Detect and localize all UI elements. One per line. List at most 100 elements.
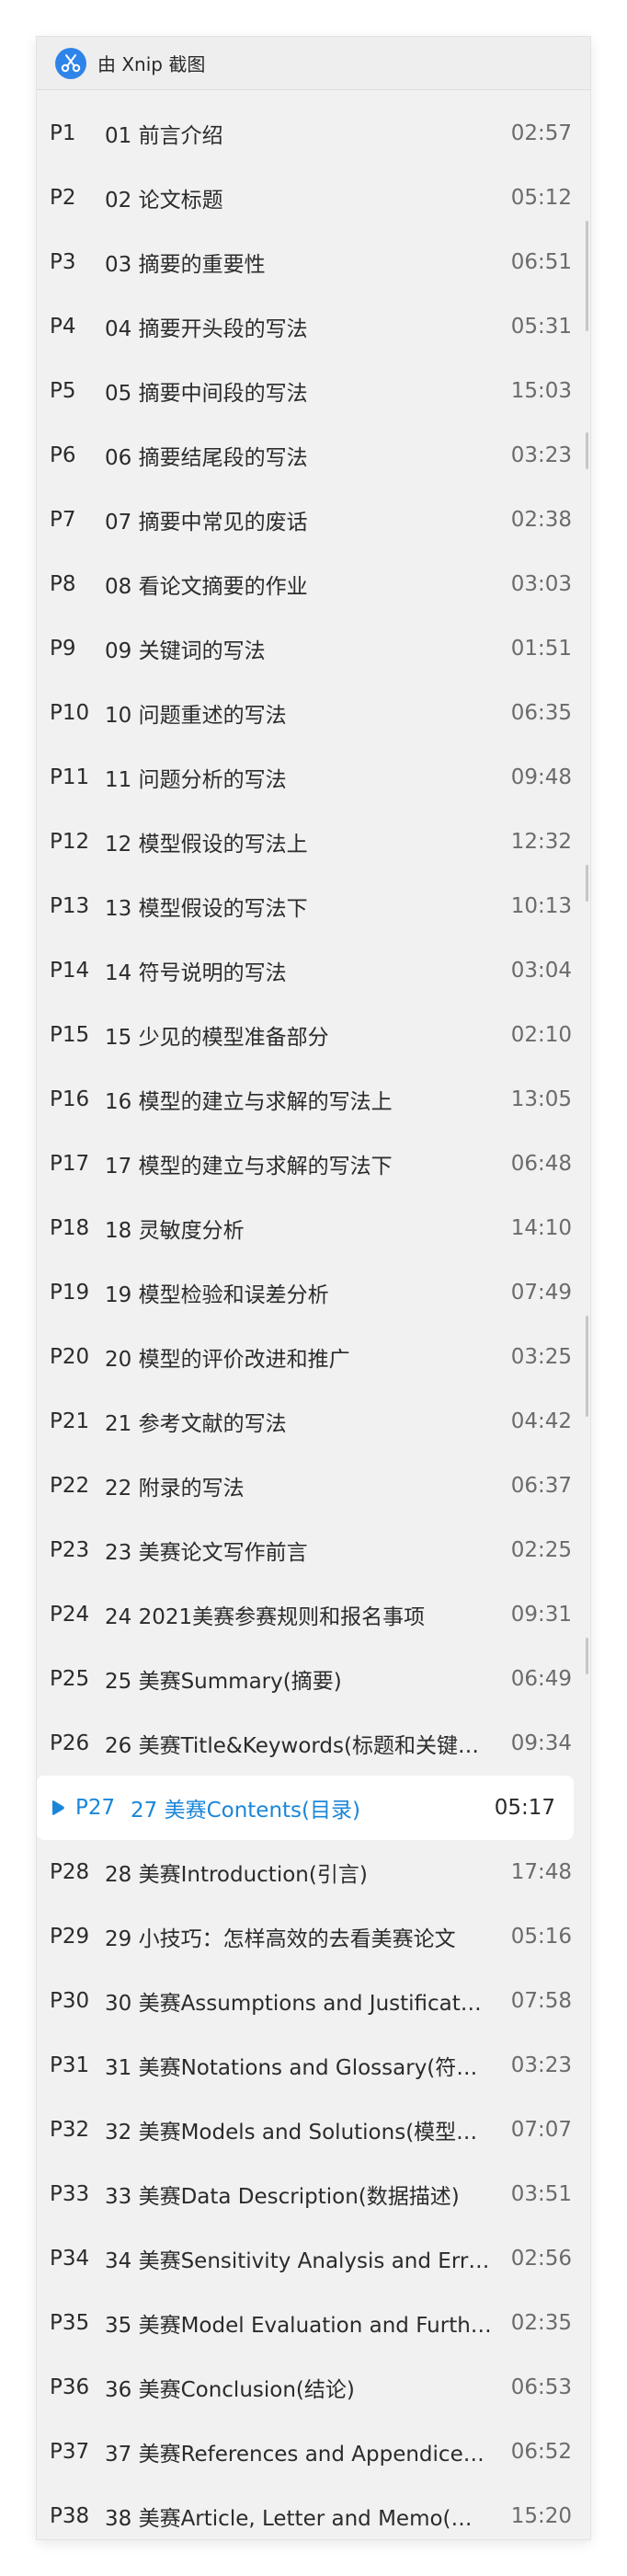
episode-title: 14 符号说明的写法	[105, 961, 287, 985]
playlist-item[interactable]: P17 17 模型的建立与求解的写法下 06:48	[37, 1132, 590, 1196]
playlist-item[interactable]: P38 38 美赛Article, Letter and Memo(… 15:20	[37, 2484, 590, 2548]
playlist-item[interactable]: P31 31 美赛Notations and Glossary(符… 03:23	[37, 2033, 590, 2098]
scrollbar-edge[interactable]	[586, 1638, 588, 1674]
playlist-item[interactable]: P23 23 美赛论文写作前言 02:25	[37, 1518, 590, 1582]
episode-title: 26 美赛Title&Keywords(标题和关键…	[105, 1734, 479, 1758]
part-number: P17	[50, 1152, 90, 1176]
playlist-item[interactable]: P19 19 模型检验和误差分析 07:49	[37, 1260, 590, 1325]
playlist-item[interactable]: P5 05 摘要中间段的写法 15:03	[37, 359, 590, 423]
scrollbar-edge[interactable]	[586, 865, 588, 902]
episode-title: 37 美赛References and Appendice…	[105, 2443, 484, 2467]
playlist: P1 01 前言介绍 02:57 P2 02 论文标题 05:12 P3 03 摘要的重要性 0…	[37, 101, 590, 2548]
episode-title: 34 美赛Sensitivity Analysis and Err…	[105, 2249, 490, 2273]
part-number: P1	[50, 121, 76, 145]
playlist-item[interactable]: P36 36 美赛Conclusion(结论) 06:53	[37, 2355, 590, 2420]
episode-title: 33 美赛Data Description(数据描述)	[105, 2185, 460, 2209]
playlist-item[interactable]: P7 07 摘要中常见的废话 02:38	[37, 488, 590, 552]
episode-duration: 05:12	[510, 186, 572, 210]
episode-duration: 02:57	[510, 121, 572, 145]
part-number: P23	[50, 1538, 90, 1562]
episode-duration: 09:31	[510, 1603, 572, 1627]
playlist-item-active[interactable]: P27 27 美赛Contents(目录) 05:17	[37, 1776, 574, 1840]
scrollbar-edge[interactable]	[586, 432, 588, 469]
playlist-item[interactable]: P16 16 模型的建立与求解的写法上 13:05	[37, 1067, 590, 1132]
episode-duration: 02:56	[510, 2247, 572, 2271]
episode-duration: 15:03	[510, 379, 572, 403]
playlist-item[interactable]: P33 33 美赛Data Description(数据描述) 03:51	[37, 2162, 590, 2226]
episode-duration: 06:53	[510, 2375, 572, 2399]
playlist-item[interactable]: P10 10 问题重述的写法 06:35	[37, 681, 590, 745]
episode-title: 20 模型的评价改进和推广	[105, 1348, 350, 1372]
part-number: P16	[50, 1087, 90, 1111]
part-number: P24	[50, 1603, 90, 1627]
playlist-item[interactable]: P20 20 模型的评价改进和推广 03:25	[37, 1325, 590, 1389]
episode-title: 30 美赛Assumptions and Justificat…	[105, 1992, 482, 2016]
playlist-item[interactable]: P1 01 前言介绍 02:57	[37, 101, 590, 166]
part-number: P13	[50, 894, 90, 918]
episode-duration: 03:23	[510, 443, 572, 467]
episode-duration: 17:48	[510, 1860, 572, 1884]
playlist-item[interactable]: P25 25 美赛Summary(摘要) 06:49	[37, 1647, 590, 1711]
playlist-item[interactable]: P28 28 美赛Introduction(引言) 17:48	[37, 1840, 590, 1904]
episode-duration: 15:20	[510, 2504, 572, 2528]
episode-title: 13 模型假设的写法下	[105, 897, 308, 921]
playlist-item[interactable]: P35 35 美赛Model Evaluation and Furth… 02:35	[37, 2291, 590, 2355]
scrollbar-edge[interactable]	[586, 1316, 588, 1417]
playlist-item[interactable]: P13 13 模型假设的写法下 10:13	[37, 874, 590, 938]
part-number: P10	[50, 701, 90, 725]
episode-duration: 07:07	[510, 2118, 572, 2142]
playlist-item[interactable]: P30 30 美赛Assumptions and Justificat… 07:58	[37, 1969, 590, 2033]
episode-duration: 03:04	[510, 959, 572, 983]
episode-title: 24 2021美赛参赛规则和报名事项	[105, 1605, 426, 1629]
episode-title: 01 前言介绍	[105, 124, 223, 148]
part-number: P7	[50, 508, 76, 532]
episode-title: 16 模型的建立与求解的写法上	[105, 1090, 393, 1114]
episode-title: 25 美赛Summary(摘要)	[105, 1670, 342, 1694]
playlist-item[interactable]: P2 02 论文标题 05:12	[37, 166, 590, 230]
episode-title: 03 摘要的重要性	[105, 253, 266, 277]
part-number: P33	[50, 2182, 90, 2206]
playlist-item[interactable]: P37 37 美赛References and Appendice… 06:52	[37, 2420, 590, 2484]
episode-duration: 06:37	[510, 1474, 572, 1498]
part-number: P26	[50, 1731, 90, 1755]
part-number: P28	[50, 1860, 90, 1884]
episode-title: 04 摘要开头段的写法	[105, 317, 308, 341]
playlist-item[interactable]: P8 08 看论文摘要的作业 03:03	[37, 552, 590, 616]
part-number: P25	[50, 1667, 90, 1691]
playlist-item[interactable]: P6 06 摘要结尾段的写法 03:23	[37, 423, 590, 488]
playlist-item[interactable]: P3 03 摘要的重要性 06:51	[37, 230, 590, 294]
episode-duration: 05:16	[510, 1925, 572, 1949]
episode-duration: 02:35	[510, 2311, 572, 2335]
playlist-item[interactable]: P15 15 少见的模型准备部分 02:10	[37, 1003, 590, 1067]
playlist-item[interactable]: P34 34 美赛Sensitivity Analysis and Err… 02:…	[37, 2226, 590, 2291]
part-number: P30	[50, 1989, 90, 2013]
part-number: P9	[50, 637, 76, 661]
playlist-panel: 由 Xnip 截图 P1 01 前言介绍 02:57 P2 02 论文标题 05:12 P3…	[37, 37, 590, 2539]
part-number: P32	[50, 2118, 90, 2142]
episode-duration: 06:48	[510, 1152, 572, 1176]
playlist-item[interactable]: P14 14 符号说明的写法 03:04	[37, 938, 590, 1003]
episode-title: 28 美赛Introduction(引言)	[105, 1863, 368, 1887]
episode-title: 19 模型检验和误差分析	[105, 1283, 329, 1307]
scrollbar-edge[interactable]	[586, 221, 588, 331]
playlist-item[interactable]: P21 21 参考文献的写法 04:42	[37, 1389, 590, 1454]
part-number: P15	[50, 1023, 90, 1047]
playlist-item[interactable]: P12 12 模型假设的写法上 12:32	[37, 810, 590, 874]
playlist-item[interactable]: P24 24 2021美赛参赛规则和报名事项 09:31	[37, 1582, 590, 1647]
playlist-item[interactable]: P18 18 灵敏度分析 14:10	[37, 1196, 590, 1260]
playlist-item[interactable]: P29 29 小技巧：怎样高效的去看美赛论文 05:16	[37, 1904, 590, 1969]
playlist-item[interactable]: P9 09 关键词的写法 01:51	[37, 616, 590, 681]
playlist-item[interactable]: P4 04 摘要开头段的写法 05:31	[37, 294, 590, 359]
episode-duration: 03:51	[510, 2182, 572, 2206]
playlist-item[interactable]: P26 26 美赛Title&Keywords(标题和关键… 09:34	[37, 1711, 590, 1776]
part-number: P6	[50, 443, 76, 467]
playlist-item[interactable]: P32 32 美赛Models and Solutions(模型… 07:07	[37, 2098, 590, 2162]
episode-title: 02 论文标题	[105, 189, 223, 213]
episode-title: 06 摘要结尾段的写法	[105, 446, 308, 470]
episode-duration: 09:34	[510, 1731, 572, 1755]
part-number: P14	[50, 959, 90, 983]
episode-duration: 09:48	[510, 765, 572, 789]
episode-title: 36 美赛Conclusion(结论)	[105, 2378, 355, 2402]
playlist-item[interactable]: P11 11 问题分析的写法 09:48	[37, 745, 590, 810]
playlist-item[interactable]: P22 22 附录的写法 06:37	[37, 1454, 590, 1518]
